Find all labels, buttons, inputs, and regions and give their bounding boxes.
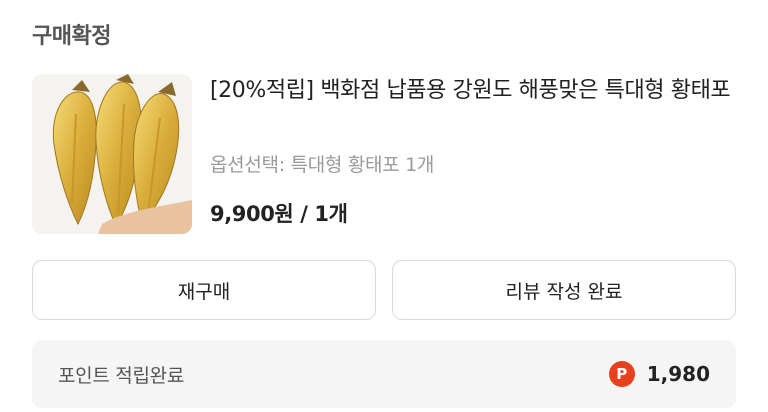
points-label: 포인트 적립완료 — [58, 364, 185, 387]
review-complete-button[interactable]: 리뷰 작성 완료 — [392, 260, 736, 320]
product-thumbnail[interactable] — [32, 74, 192, 234]
points-value-group: P 1,980 — [608, 361, 710, 387]
points-panel: 포인트 적립완료 P 1,980 — [32, 340, 736, 408]
order-status: 구매확정 — [32, 24, 111, 49]
dried-pollack-image — [32, 74, 192, 234]
product-title[interactable]: [20%적립] 백화점 납품용 강원도 해풍맞은 특대형 황태포 — [210, 74, 745, 108]
points-amount: 1,980 — [646, 362, 710, 386]
rebuy-button[interactable]: 재구매 — [32, 260, 376, 320]
option-text: 옵션선택: 특대형 황태포 1개 — [210, 154, 435, 176]
point-icon: P — [608, 361, 635, 387]
price-text: 9,900원 / 1개 — [210, 202, 348, 226]
